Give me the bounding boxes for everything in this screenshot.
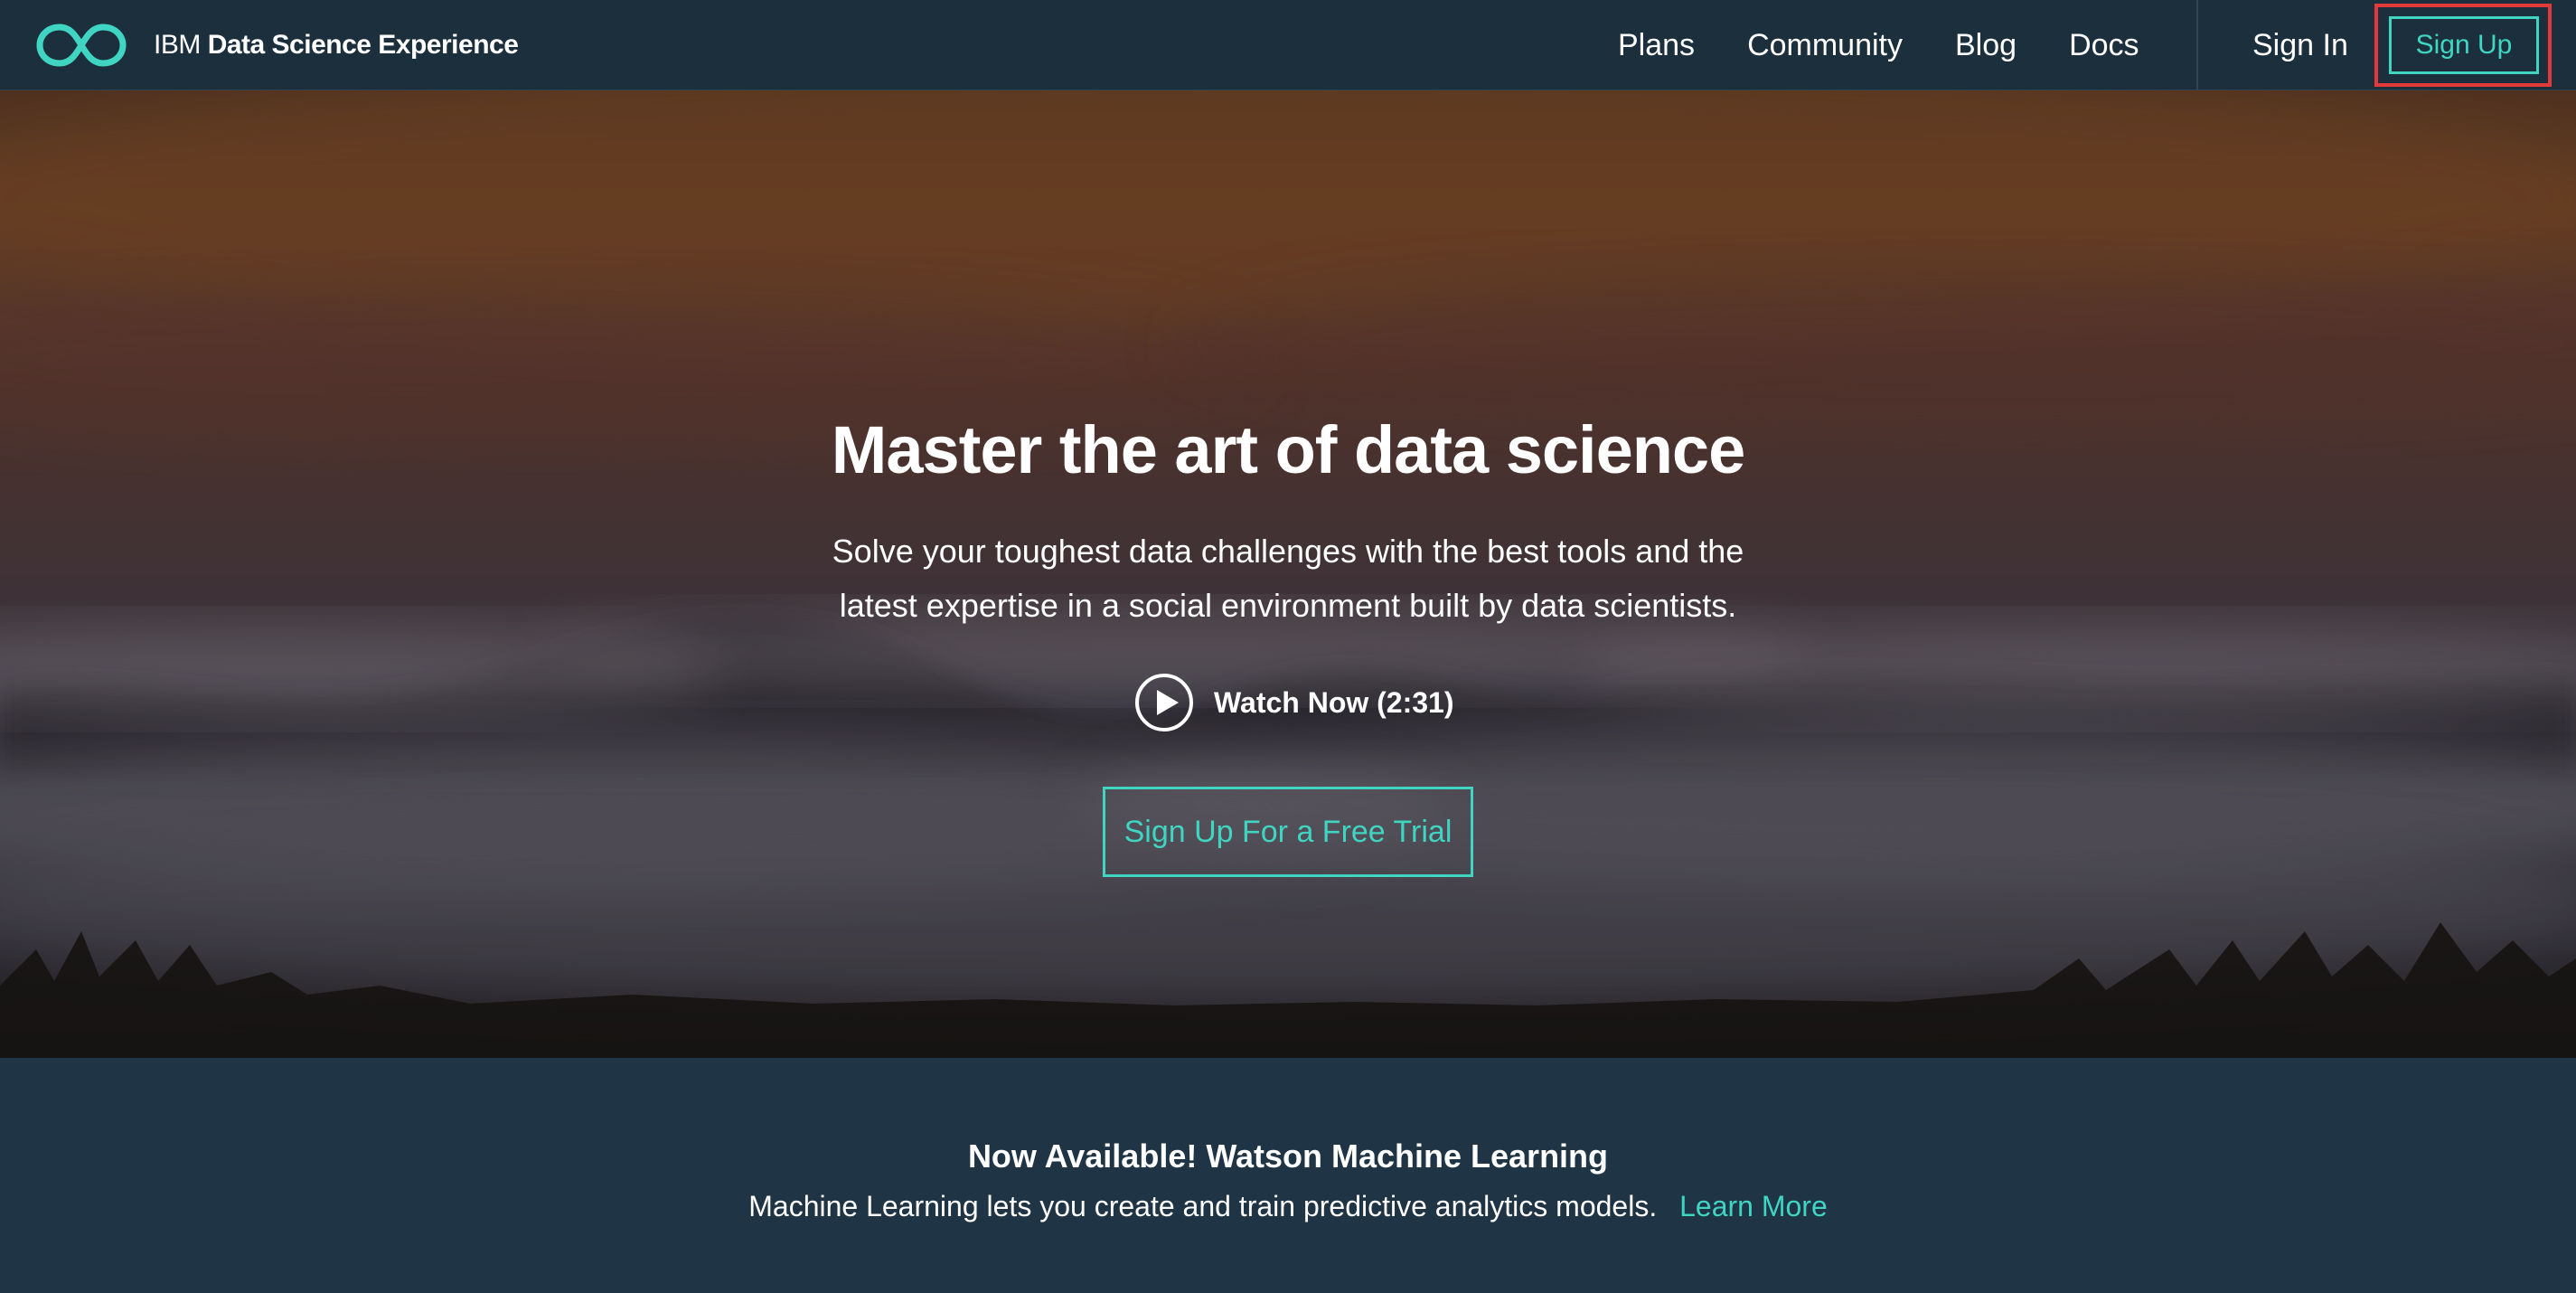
hero-section: Master the art of data science Solve you…: [0, 90, 2576, 1058]
sign-up-button[interactable]: Sign Up: [2389, 16, 2539, 74]
hero-subtitle: Solve your toughest data challenges with…: [832, 533, 1744, 624]
brand-prefix: IBM: [154, 30, 201, 60]
nav-divider: [2196, 0, 2198, 90]
sign-in-link[interactable]: Sign In: [2252, 0, 2348, 90]
infinity-icon[interactable]: [36, 22, 127, 69]
nav-link-docs[interactable]: Docs: [2069, 28, 2139, 63]
learn-more-link[interactable]: Learn More: [1679, 1190, 1828, 1222]
hero-title: Master the art of data science: [831, 412, 1745, 487]
nav-link-plans[interactable]: Plans: [1618, 28, 1695, 63]
banner-text: Machine Learning lets you create and tra…: [748, 1190, 1658, 1222]
brand-title: Data Science Experience: [207, 30, 519, 60]
banner-title: Now Available! Watson Machine Learning: [967, 1137, 1609, 1175]
top-navbar: IBM Data Science Experience Plans Commun…: [0, 0, 2576, 90]
free-trial-button[interactable]: Sign Up For a Free Trial: [1103, 787, 1473, 877]
announcement-banner: Now Available! Watson Machine Learning M…: [0, 1058, 2576, 1293]
banner-description: Machine Learning lets you create and tra…: [0, 1190, 2576, 1223]
nav-link-blog[interactable]: Blog: [1955, 28, 2017, 63]
watch-now-label[interactable]: Watch Now (2:31): [1214, 686, 1454, 720]
brand-name[interactable]: IBM Data Science Experience: [154, 0, 519, 90]
nav-links: Plans Community Blog Docs: [1618, 0, 2192, 90]
nav-link-community[interactable]: Community: [1747, 28, 1903, 63]
play-icon[interactable]: [1134, 673, 1194, 732]
watch-video-link[interactable]: Watch Now (2:31): [1134, 671, 1454, 734]
